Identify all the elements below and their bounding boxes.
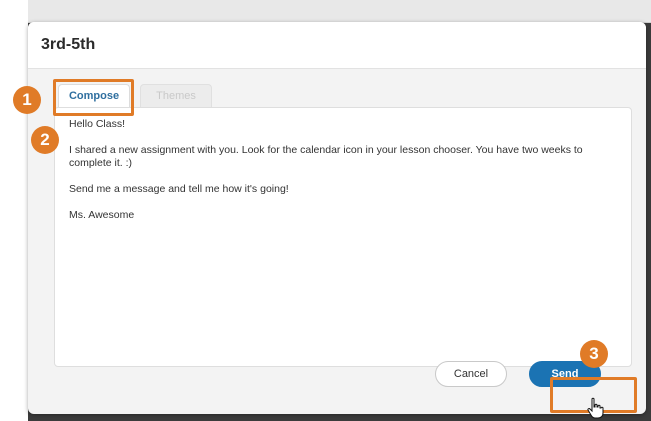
message-body: Hello Class! I shared a new assignment w…	[69, 118, 617, 222]
step-badge-2: 2	[31, 126, 59, 154]
modal-header: 3rd-5th	[28, 22, 646, 69]
step-badge-3: 3	[580, 340, 608, 368]
message-line: Ms. Awesome	[69, 209, 135, 221]
message-editor[interactable]: Hello Class! I shared a new assignment w…	[54, 107, 632, 367]
tab-themes-label: Themes	[156, 90, 196, 102]
modal-title: 3rd-5th	[41, 36, 96, 53]
background-toolbar	[28, 0, 651, 23]
hand-cursor-icon	[587, 397, 604, 419]
compose-highlight-box	[53, 79, 134, 116]
step-badge-1: 1	[13, 86, 41, 114]
message-line: I shared a new assignment with you. Look…	[69, 144, 586, 169]
cancel-button[interactable]: Cancel	[435, 361, 507, 387]
message-line: Hello Class!	[69, 118, 126, 130]
tab-themes[interactable]: Themes	[140, 84, 212, 107]
message-line: Send me a message and tell me how it's g…	[69, 183, 289, 195]
